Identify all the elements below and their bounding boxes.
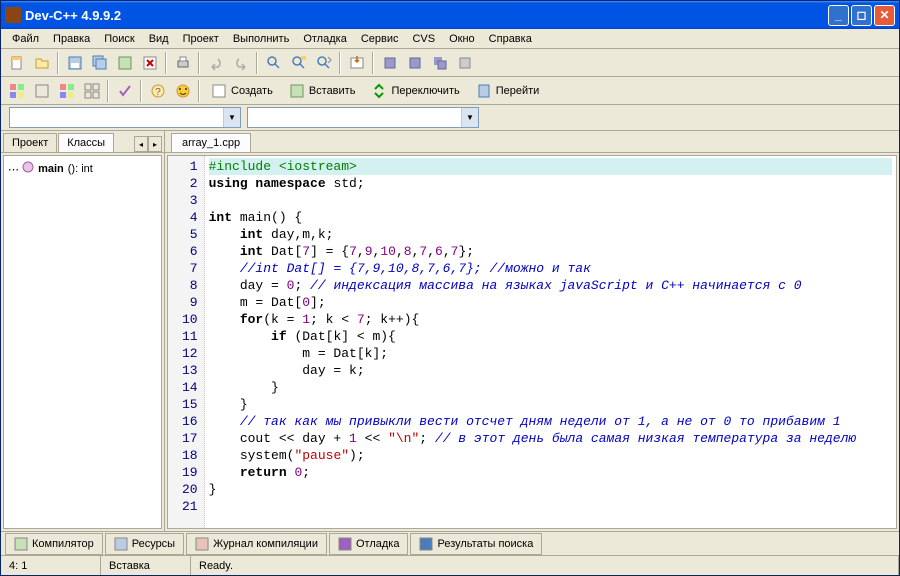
save-icon[interactable]	[63, 51, 86, 74]
sidebar: Проект Классы ◂ ▸ ⋯ main (): int	[1, 131, 165, 531]
titlebar[interactable]: Dev-C++ 4.9.9.2 _ ◻ ✕	[1, 1, 899, 29]
save-all-icon[interactable]	[88, 51, 111, 74]
menu-сервис[interactable]: Сервис	[354, 31, 406, 47]
check-icon[interactable]	[113, 79, 136, 102]
line-gutter: 123456789101112131415161718192021	[168, 156, 205, 528]
menu-проект[interactable]: Проект	[176, 31, 226, 47]
code-area[interactable]: #include <iostream>using namespace std; …	[205, 156, 896, 528]
switch-button[interactable]: Переключить	[364, 79, 466, 102]
window-title: Dev-C++ 4.9.9.2	[25, 8, 828, 23]
new-file-icon[interactable]	[5, 51, 28, 74]
toolbar-main	[1, 49, 899, 77]
chevron-down-icon[interactable]: ▼	[461, 108, 478, 127]
maximize-button[interactable]: ◻	[851, 5, 872, 26]
toolbar-secondary: ? Создать Вставить Переключить Перейти	[1, 77, 899, 105]
separator	[140, 80, 142, 102]
find-next-icon[interactable]	[312, 51, 335, 74]
find-icon[interactable]	[262, 51, 285, 74]
rebuild-icon[interactable]	[453, 51, 476, 74]
tree-item-sig: (): int	[68, 163, 93, 175]
app-icon	[5, 7, 21, 23]
editor-panel: array_1.cpp 1234567891011121314151617181…	[165, 131, 899, 531]
tree-item[interactable]: ⋯ main (): int	[8, 160, 157, 177]
class-combo[interactable]: ▼	[9, 107, 241, 128]
chevron-down-icon[interactable]: ▼	[223, 108, 240, 127]
menu-поиск[interactable]: Поиск	[97, 31, 141, 47]
status-state: Ready.	[191, 556, 899, 575]
tab-project[interactable]: Проект	[3, 133, 57, 152]
save-as-icon[interactable]	[113, 51, 136, 74]
compile-run-icon[interactable]	[428, 51, 451, 74]
menu-выполнить[interactable]: Выполнить	[226, 31, 296, 47]
app-window: Dev-C++ 4.9.9.2 _ ◻ ✕ ФайлПравкаПоискВид…	[0, 0, 900, 576]
bottom-tab-0[interactable]: Компилятор	[5, 533, 103, 555]
separator	[57, 52, 59, 74]
close-file-icon[interactable]	[138, 51, 161, 74]
separator	[256, 52, 258, 74]
separator	[107, 80, 109, 102]
bottom-tab-3[interactable]: Отладка	[329, 533, 408, 555]
help-icon[interactable]: ?	[146, 79, 169, 102]
create-button[interactable]: Создать	[204, 79, 280, 102]
menu-cvs[interactable]: CVS	[405, 31, 442, 47]
svg-text:?: ?	[155, 87, 161, 98]
bottom-tab-2[interactable]: Журнал компиляции	[186, 533, 327, 555]
switch-label: Переключить	[391, 85, 459, 97]
print-icon[interactable]	[171, 51, 194, 74]
status-mode: Вставка	[101, 556, 191, 575]
separator	[198, 52, 200, 74]
menu-окно[interactable]: Окно	[442, 31, 482, 47]
editor-tab[interactable]: array_1.cpp	[171, 133, 251, 152]
compile-icon[interactable]	[378, 51, 401, 74]
status-position: 4: 1	[1, 556, 101, 575]
bottom-tabs: КомпиляторРесурсыЖурнал компиляцииОтладк…	[1, 531, 899, 555]
separator	[339, 52, 341, 74]
insert-label: Вставить	[309, 85, 356, 97]
replace-icon[interactable]	[287, 51, 310, 74]
redo-icon[interactable]	[229, 51, 252, 74]
grid-icon-3[interactable]	[55, 79, 78, 102]
menu-файл[interactable]: Файл	[5, 31, 46, 47]
menubar: ФайлПравкаПоискВидПроектВыполнитьОтладка…	[1, 29, 899, 49]
create-label: Создать	[231, 85, 273, 97]
insert-button[interactable]: Вставить	[282, 79, 363, 102]
grid-icon-1[interactable]	[5, 79, 28, 102]
bottom-tab-4[interactable]: Результаты поиска	[410, 533, 542, 555]
sidebar-tabs: Проект Классы ◂ ▸	[1, 131, 164, 153]
tab-classes[interactable]: Классы	[58, 133, 114, 152]
scroll-left-icon[interactable]: ◂	[134, 136, 148, 152]
statusbar: 4: 1 Вставка Ready.	[1, 555, 899, 575]
menu-вид[interactable]: Вид	[142, 31, 176, 47]
bottom-tab-1[interactable]: Ресурсы	[105, 533, 184, 555]
menu-отладка[interactable]: Отладка	[296, 31, 353, 47]
method-combo[interactable]: ▼	[247, 107, 479, 128]
scroll-right-icon[interactable]: ▸	[148, 136, 162, 152]
tree-item-label: main	[38, 163, 64, 175]
run-icon[interactable]	[403, 51, 426, 74]
close-button[interactable]: ✕	[874, 5, 895, 26]
method-icon: ⋯	[8, 161, 34, 176]
goto-label: Перейти	[496, 85, 540, 97]
class-browser[interactable]: ⋯ main (): int	[3, 155, 162, 529]
separator	[165, 52, 167, 74]
goto-button[interactable]: Перейти	[469, 79, 547, 102]
minimize-button[interactable]: _	[828, 5, 849, 26]
menu-правка[interactable]: Правка	[46, 31, 97, 47]
about-icon[interactable]	[171, 79, 194, 102]
goto-line-icon[interactable]	[345, 51, 368, 74]
code-editor[interactable]: 123456789101112131415161718192021 #inclu…	[167, 155, 897, 529]
separator	[372, 52, 374, 74]
grid-icon-4[interactable]	[80, 79, 103, 102]
separator	[198, 80, 200, 102]
main-area: Проект Классы ◂ ▸ ⋯ main (): int array_1…	[1, 131, 899, 531]
combo-bar: ▼ ▼	[1, 105, 899, 131]
menu-справка[interactable]: Справка	[482, 31, 539, 47]
undo-icon[interactable]	[204, 51, 227, 74]
grid-icon-2[interactable]	[30, 79, 53, 102]
open-icon[interactable]	[30, 51, 53, 74]
editor-tabs: array_1.cpp	[165, 131, 899, 153]
